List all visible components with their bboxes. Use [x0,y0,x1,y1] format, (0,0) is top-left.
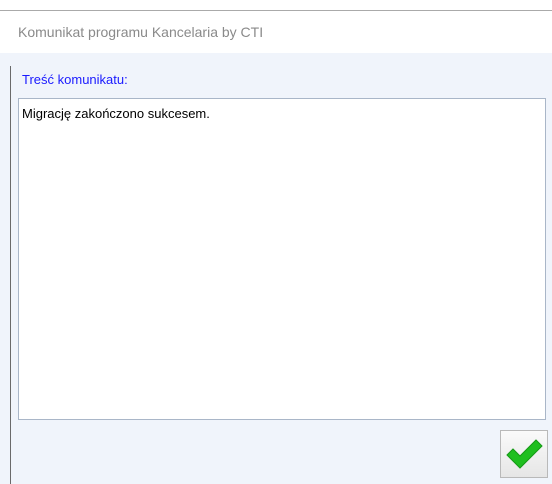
title-bar[interactable]: Komunikat programu Kancelaria by CTI [0,11,552,53]
message-textbox[interactable]: Migrację zakończono sukcesem. [18,98,546,420]
left-divider [10,66,11,484]
checkmark-icon [506,439,543,469]
ok-button[interactable] [500,430,548,478]
message-group-label: Treść komunikatu: [22,72,128,87]
message-text: Migrację zakończono sukcesem. [22,106,210,121]
window-title: Komunikat programu Kancelaria by CTI [18,24,264,40]
message-dialog: Komunikat programu Kancelaria by CTI Tre… [0,0,552,484]
